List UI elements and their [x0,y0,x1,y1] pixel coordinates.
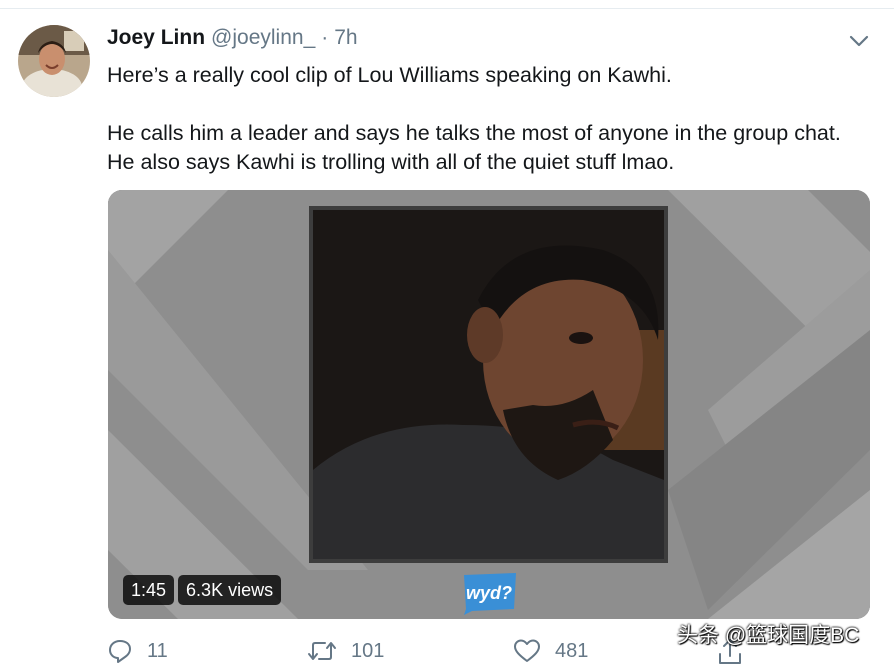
retweet-icon [308,642,336,660]
channel-logo: wyd? [464,573,516,615]
video-frame [309,206,668,563]
video-person [313,210,664,559]
tweet[interactable]: Joey Linn @joeylinn_ · 7h Here’s a reall… [0,9,894,664]
handle[interactable]: @joeylinn_ [211,26,315,50]
heart-icon [514,639,540,662]
tweet-header: Joey Linn @joeylinn_ · 7h [107,26,358,54]
video-badges: 1:45 6.3K views [123,575,282,605]
avatar-image [18,25,90,97]
like-count: 481 [555,639,589,662]
reply-button[interactable]: 11 [107,636,168,666]
retweet-count: 101 [351,639,385,662]
display-name[interactable]: Joey Linn [107,26,205,50]
tweet-text-line: He calls him a leader and says he talks … [107,121,841,145]
separator: · [321,26,329,49]
chevron-down-icon[interactable] [848,33,870,49]
tweet-text-line: Here’s a really cool clip of Lou William… [107,63,672,87]
like-button[interactable]: 481 [513,636,588,666]
timestamp[interactable]: 7h [334,26,357,50]
video-player[interactable]: 1:45 6.3K views wyd? [108,190,870,619]
watermark: 头条 @篮球国度BC [677,624,860,647]
retweet-button[interactable]: 101 [307,636,384,666]
reply-count: 11 [147,639,168,662]
channel-logo-text: wyd? [466,583,512,603]
tweet-text-line: He also says Kawhi is trolling with all … [107,150,675,174]
reply-icon [109,640,131,663]
avatar[interactable] [18,25,90,97]
duration-badge: 1:45 [123,575,175,605]
tweet-text: Here’s a really cool clip of Lou William… [107,61,887,177]
top-divider [0,0,894,9]
views-badge: 6.3K views [178,575,282,605]
